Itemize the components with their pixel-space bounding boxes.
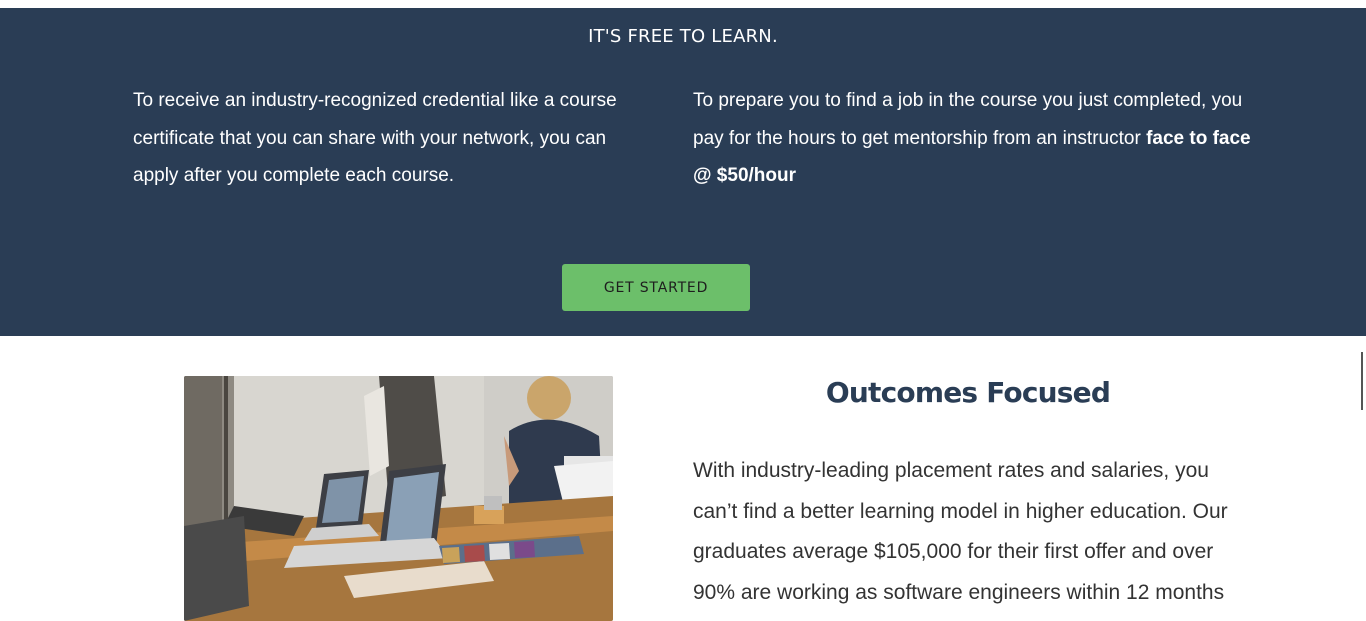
top-strip [0,0,1366,8]
mentorship-description: To prepare you to find a job in the cour… [693,82,1253,195]
get-started-button[interactable]: GET STARTED [562,264,750,311]
outcomes-focused-description: With industry-leading placement rates an… [693,459,1228,604]
credential-description: To receive an industry-recognized creden… [133,90,617,186]
scrollbar-thumb[interactable] [1361,352,1363,410]
free-to-learn-section: IT'S FREE TO LEARN. To receive an indust… [0,8,1366,336]
section-heading: IT'S FREE TO LEARN. [588,26,778,47]
team-meeting-photo [184,376,613,621]
outcomes-focused-heading: Outcomes Focused [825,376,1111,409]
